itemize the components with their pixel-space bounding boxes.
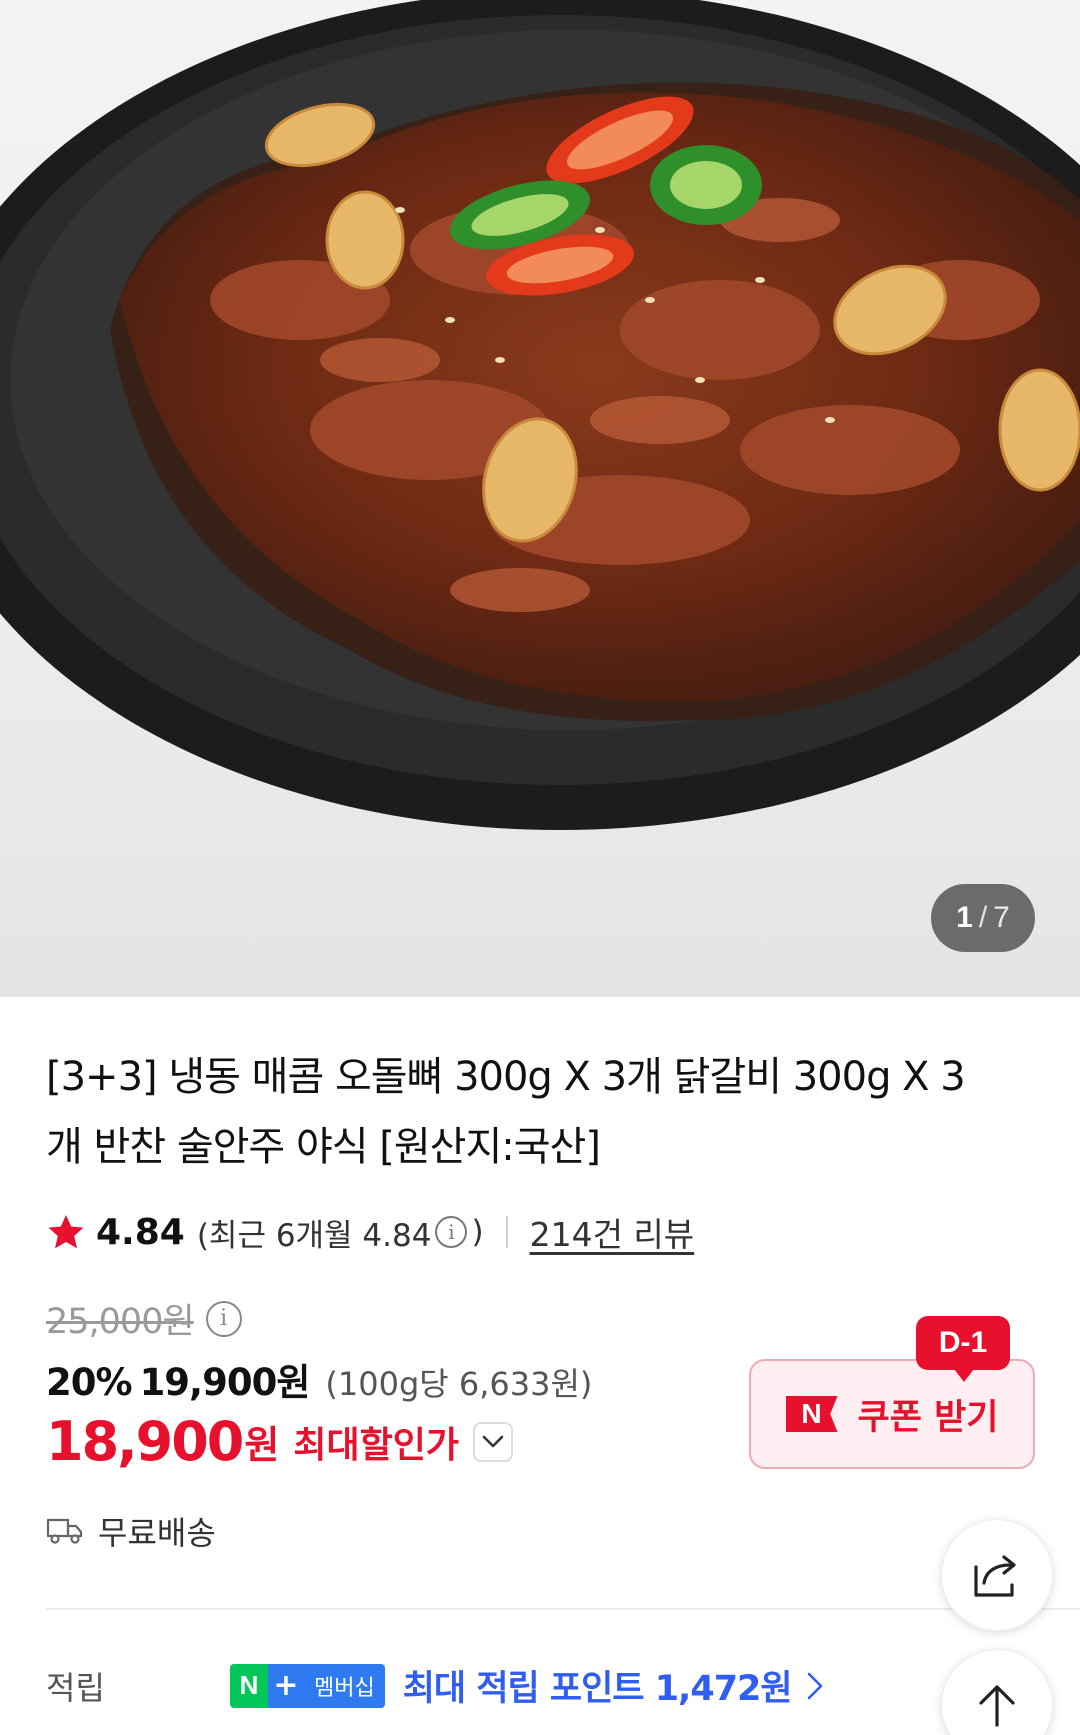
info-icon[interactable]: i [435, 1216, 468, 1248]
reviews-link[interactable]: 214건 리뷰 [530, 1208, 695, 1256]
membership-badge: 멤버십 [304, 1663, 385, 1708]
shipping-label: 무료배송 [98, 1514, 216, 1552]
share-button[interactable] [941, 1519, 1053, 1631]
plus-badge: + [268, 1663, 304, 1708]
naver-plus-membership-badge: N + 멤버십 [230, 1663, 385, 1708]
naver-n-badge: N [230, 1663, 268, 1708]
points-row[interactable]: 적립 N + 멤버십 최대 적립 포인트 1,472원 [46, 1660, 824, 1711]
chevron-right-icon [807, 1672, 822, 1699]
recent-rating-close: ) [471, 1214, 484, 1250]
max-discount-label: 최대할인가 [293, 1424, 459, 1466]
rating-row: 4.84 (최근 6개월 4.84 i ) 214건 리뷰 [46, 1207, 694, 1257]
coupon-deadline-badge: D-1 [916, 1316, 1010, 1382]
image-counter-current: 1 [956, 901, 973, 934]
arrow-up-icon [979, 1685, 1015, 1727]
section-divider [46, 1608, 1080, 1610]
unit-price: (100g당 6,633원) [325, 1365, 593, 1403]
points-text: 최대 적립 포인트 1,472원 [402, 1669, 793, 1709]
rating-score: 4.84 [96, 1211, 185, 1253]
shipping-info: 무료배송 [46, 1508, 216, 1554]
sale-price-row: 20% 19,900원 (100g당 6,633원) [46, 1352, 592, 1406]
chevron-down-icon [482, 1435, 504, 1447]
original-price-row: 25,000원 i [46, 1293, 246, 1344]
truck-icon [46, 1518, 83, 1544]
scroll-to-top-button[interactable] [941, 1649, 1053, 1735]
coupon-button[interactable]: N 쿠폰 받기 [749, 1359, 1035, 1469]
info-icon[interactable]: i [205, 1300, 242, 1337]
original-price: 25,000원 [46, 1302, 195, 1342]
coupon-label: 쿠폰 받기 [857, 1397, 999, 1438]
naver-n-logo: N [785, 1396, 838, 1432]
max-discount-currency: 원 [244, 1423, 280, 1467]
product-photo [0, 0, 1080, 830]
product-title: [3+3] 냉동 매콤 오돌뼈 300g X 3개 닭갈비 300g X 3개 … [46, 1054, 966, 1170]
image-counter: 1 / 7 [931, 884, 1035, 952]
image-counter-total: 7 [993, 901, 1010, 934]
price-detail-toggle[interactable] [472, 1421, 513, 1462]
max-discount-price-row: 18,900 원 최대할인가 [46, 1410, 513, 1473]
recent-rating: (최근 6개월 4.84 i ) [197, 1210, 484, 1255]
points-label: 적립 [46, 1668, 105, 1707]
product-image-carousel[interactable]: 1 / 7 [0, 0, 1080, 997]
share-icon [974, 1555, 1016, 1597]
discount-percent: 20% [46, 1361, 133, 1404]
sale-price: 19,900원 [139, 1361, 311, 1404]
star-icon [48, 1215, 84, 1249]
recent-rating-label: (최근 6개월 4.84 [196, 1217, 432, 1254]
max-discount-price: 18,900 [46, 1410, 244, 1473]
image-counter-separator: / [978, 901, 988, 934]
divider [505, 1216, 508, 1248]
